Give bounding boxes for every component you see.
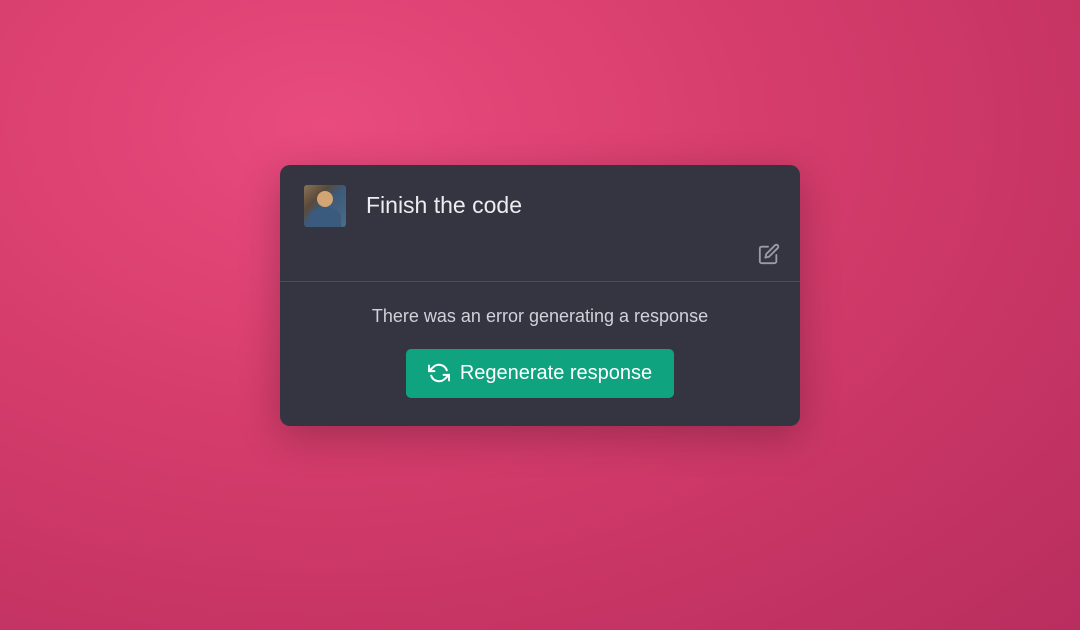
user-message-text: Finish the code (366, 185, 776, 221)
regenerate-button[interactable]: Regenerate response (406, 349, 674, 398)
message-actions (280, 239, 800, 281)
error-section: There was an error generating a response… (280, 282, 800, 426)
regenerate-label: Regenerate response (460, 362, 652, 385)
avatar (304, 185, 346, 227)
user-message-row: Finish the code (280, 165, 800, 239)
refresh-icon (428, 362, 450, 384)
edit-icon[interactable] (758, 243, 780, 265)
error-message: There was an error generating a response (304, 306, 776, 327)
chat-card: Finish the code There was an error gener… (280, 165, 800, 426)
